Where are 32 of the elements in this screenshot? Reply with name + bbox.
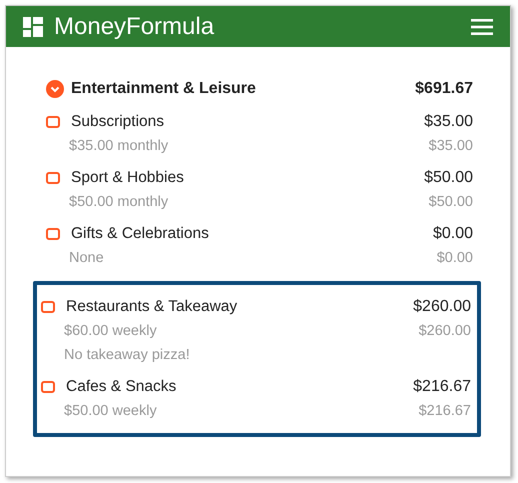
item-name: Gifts & Celebrations — [71, 225, 210, 243]
rounded-rectangle-icon — [41, 381, 55, 393]
item-sub-amount: $216.67 — [418, 403, 471, 419]
item-sub-amount: $50.00 — [428, 194, 473, 210]
rounded-rectangle-icon — [46, 116, 60, 128]
item-note: No takeaway pizza! — [64, 347, 191, 363]
item-schedule: None — [69, 250, 105, 266]
item-name: Subscriptions — [71, 113, 166, 131]
item-name: Restaurants & Takeaway — [66, 298, 238, 316]
rounded-rectangle-icon — [46, 172, 60, 184]
item-amount: $50.00 — [424, 169, 473, 187]
item-amount: $35.00 — [424, 113, 473, 131]
item-sub-amount: $35.00 — [428, 138, 473, 154]
item-amount: $0.00 — [432, 225, 473, 243]
item-name: Cafes & Snacks — [66, 378, 178, 396]
grid-logo-icon — [23, 16, 43, 36]
app-title: MoneyFormula — [54, 12, 216, 40]
item-schedule: $60.00 weekly — [64, 323, 158, 339]
item-schedule: $35.00 monthly — [69, 138, 170, 154]
menu-icon[interactable] — [471, 18, 493, 34]
item-name: Sport & Hobbies — [71, 169, 185, 187]
item-sub-amount: $260.00 — [418, 323, 471, 339]
category-total: $691.67 — [415, 80, 473, 98]
item-amount: $216.67 — [413, 378, 471, 396]
rounded-rectangle-icon — [46, 228, 60, 240]
item-sub-amount: $0.00 — [436, 250, 473, 266]
item-schedule: $50.00 monthly — [69, 194, 170, 210]
category-name: Entertainment & Leisure — [71, 80, 257, 98]
chevron-down-icon[interactable] — [46, 80, 64, 98]
item-amount: $260.00 — [413, 298, 471, 316]
rounded-rectangle-icon — [41, 301, 55, 313]
item-schedule: $50.00 weekly — [64, 403, 158, 419]
